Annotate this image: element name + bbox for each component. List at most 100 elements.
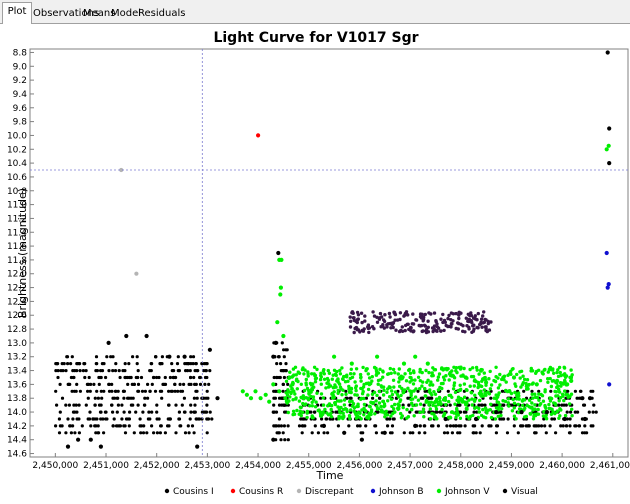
observation-point — [205, 431, 209, 435]
tab-plot[interactable]: Plot — [2, 2, 32, 25]
observation-point — [95, 369, 99, 373]
observation-point — [94, 355, 99, 359]
observation-point — [359, 379, 363, 383]
observation-point — [316, 431, 320, 435]
observation-point — [279, 362, 283, 366]
observation-point — [163, 431, 167, 435]
observation-point — [114, 389, 118, 393]
observation-point — [132, 431, 136, 435]
observation-point — [448, 424, 453, 428]
observation-point — [521, 424, 525, 428]
observation-point — [64, 403, 68, 407]
observation-point — [468, 414, 473, 419]
observation-point — [312, 410, 317, 414]
observation-point — [411, 322, 416, 326]
series-point-johnson-v — [281, 333, 286, 339]
observation-point — [537, 424, 541, 428]
observation-point — [160, 355, 164, 359]
observation-point — [454, 369, 458, 373]
observation-point — [492, 378, 496, 383]
observation-point — [504, 388, 508, 393]
observation-point — [77, 417, 81, 421]
observation-point — [360, 328, 364, 333]
observation-point — [297, 424, 302, 428]
observation-point — [496, 386, 501, 390]
observation-point — [354, 384, 358, 388]
observation-point — [163, 382, 168, 386]
observation-point — [297, 412, 301, 416]
observation-point — [530, 401, 534, 405]
series-point-johnson-v — [263, 392, 268, 397]
series-point-visual — [494, 410, 499, 415]
observation-point — [322, 377, 327, 381]
observation-point — [541, 399, 546, 403]
series-point-johnson-v — [463, 375, 468, 380]
series-point-johnson-v — [244, 392, 249, 397]
observation-point — [398, 377, 403, 381]
observation-point — [315, 391, 319, 395]
observation-point — [73, 431, 77, 435]
series-point-johnson-v — [401, 361, 407, 366]
series-point-visual — [124, 333, 129, 339]
observation-point — [489, 383, 494, 387]
observation-point — [189, 410, 193, 414]
light-curve-chart[interactable]: Light Curve for V1017 Sgr 8.8 9.0 9.2 9.4 9.… — [0, 24, 630, 500]
observation-point — [114, 424, 119, 428]
observation-point — [464, 407, 469, 411]
observation-point — [112, 417, 116, 421]
tab-residuals[interactable]: Residuals — [137, 4, 185, 24]
tab-model[interactable]: Model — [110, 4, 141, 24]
observation-point — [312, 398, 316, 402]
observation-point — [105, 417, 109, 421]
observation-point — [568, 417, 572, 421]
observation-point — [498, 383, 502, 387]
series-point-visual — [473, 416, 479, 422]
series-point-visual — [144, 333, 149, 339]
observation-point — [330, 396, 335, 400]
observation-point — [335, 379, 339, 383]
observation-point — [473, 397, 477, 402]
observation-point — [591, 424, 595, 428]
observation-point — [284, 379, 289, 383]
observation-point — [65, 355, 69, 359]
observation-point — [421, 396, 425, 400]
observation-point — [517, 397, 521, 401]
observation-point — [512, 424, 516, 428]
observation-point — [568, 431, 572, 435]
observation-point — [477, 384, 482, 388]
y-tick-label: 9.6 — [13, 104, 28, 114]
observation-point — [351, 316, 356, 320]
observation-point — [60, 362, 64, 366]
observation-point — [457, 310, 461, 314]
observation-point — [538, 378, 543, 383]
observation-point — [512, 401, 517, 405]
x-tick-label: 2,457,000 — [387, 461, 433, 471]
observation-point — [284, 369, 288, 373]
tab-means[interactable]: Means — [82, 4, 115, 24]
observation-point — [501, 399, 505, 403]
observation-point — [470, 397, 474, 401]
observation-point — [118, 375, 122, 380]
observation-point — [397, 367, 401, 371]
observation-point — [547, 402, 551, 407]
observation-point — [367, 404, 372, 408]
observation-point — [486, 390, 490, 394]
observation-point — [336, 405, 340, 409]
observation-point — [89, 382, 93, 386]
series-point-visual — [443, 416, 448, 422]
observation-point — [139, 431, 143, 435]
observation-point — [457, 400, 461, 404]
y-tick-label: 13.2 — [7, 353, 27, 363]
observation-point — [365, 415, 369, 420]
observation-point — [456, 413, 460, 417]
observation-point — [502, 403, 506, 407]
observation-point — [559, 408, 563, 412]
observation-point — [325, 417, 329, 421]
observation-point — [111, 369, 115, 373]
series-point-johnson-v — [240, 389, 245, 394]
observation-point — [140, 389, 145, 393]
tab-observations[interactable]: Observations — [32, 4, 99, 24]
observation-point — [178, 382, 182, 386]
observation-point — [449, 322, 454, 326]
observation-point — [130, 382, 134, 386]
